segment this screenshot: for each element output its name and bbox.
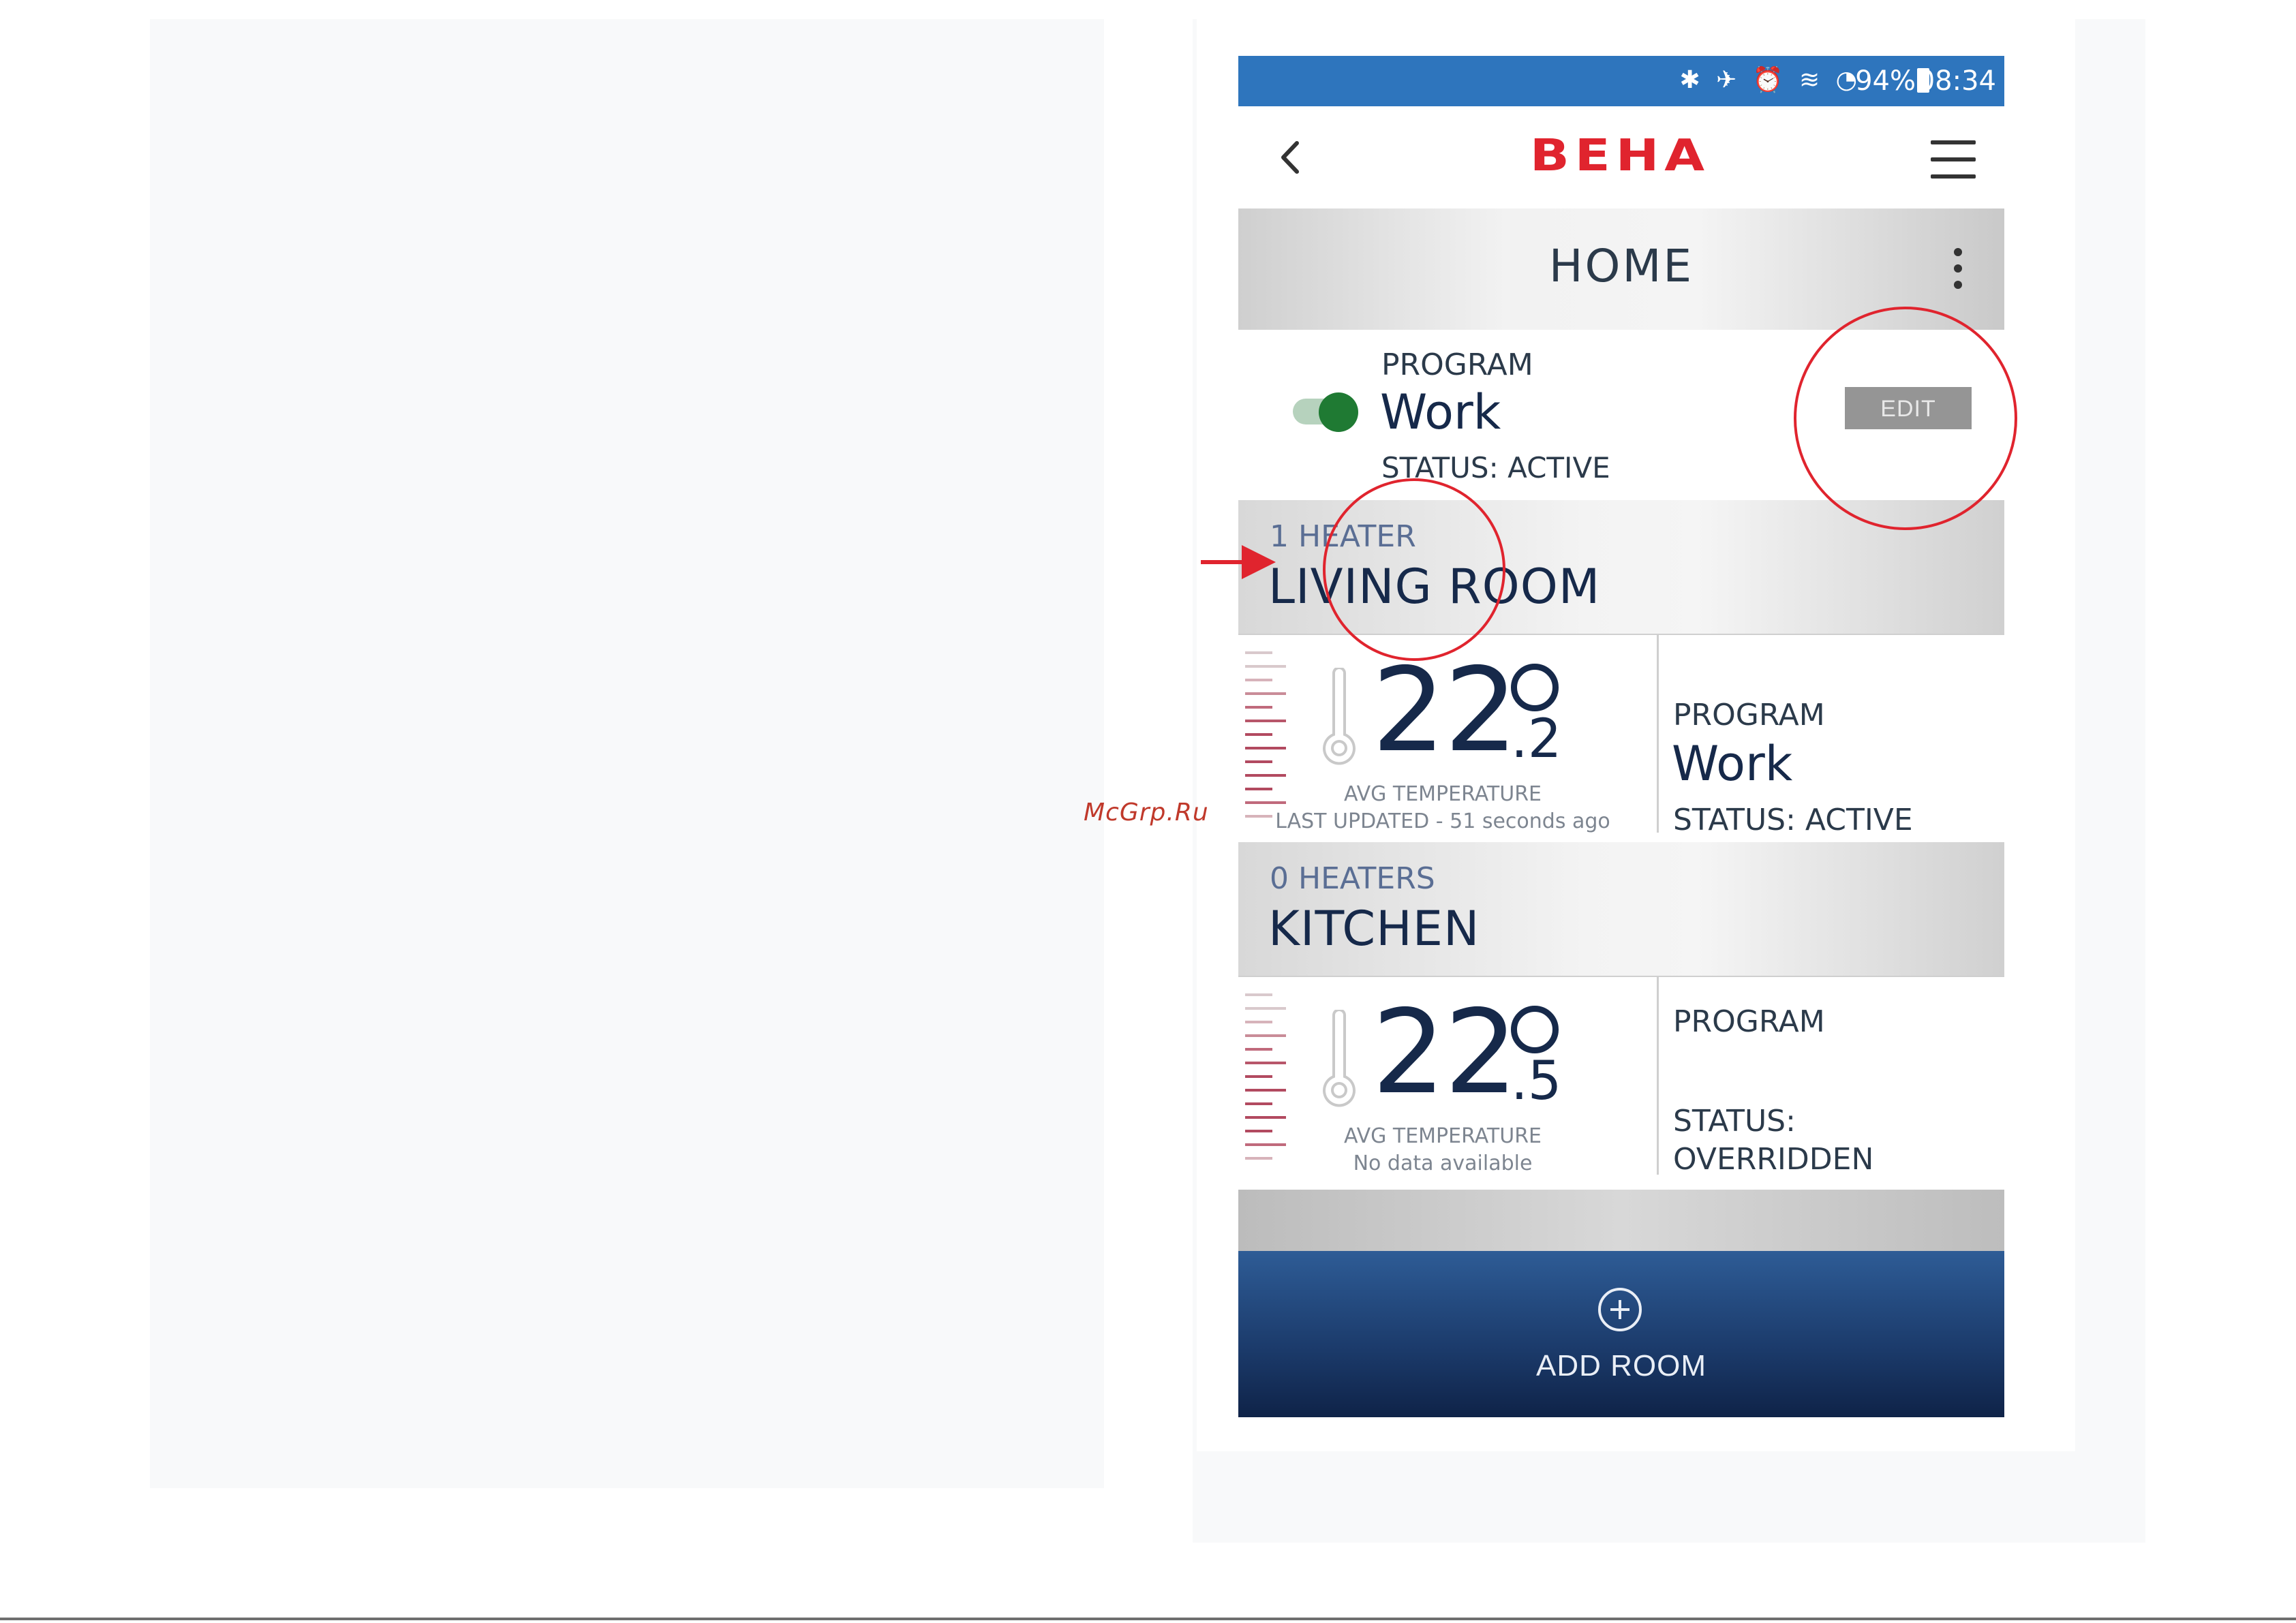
battery-level: 94% [1855,65,1916,97]
program-label: PROGRAM [1381,347,1533,382]
watermark: McGrp.Ru [1084,799,1209,826]
degree-symbol [1511,664,1559,711]
last-updated: LAST UPDATED - 51 seconds ago [1275,809,1610,833]
page-title: HOME [1548,240,1694,292]
room-card-kitchen[interactable]: 22 .5 AVG TEMPERATURE No data available … [1238,976,2004,1186]
more-options-button[interactable] [1954,248,1963,297]
add-room-button[interactable]: ADD ROOM [1238,1251,2004,1417]
beha-logo: BEHA [1529,129,1711,181]
page-bottom-rule [0,1618,2296,1620]
room-program-label: PROGRAM [1673,698,1825,732]
chevron-left-icon [1281,141,1299,174]
plus-circle-icon [1598,1288,1642,1331]
room-program-name: Work [1672,736,1793,792]
thermometer-icon [1323,1010,1356,1107]
toggle-knob[interactable] [1319,392,1358,432]
back-button[interactable] [1272,134,1313,181]
divider [1657,635,1659,833]
temperature-value: 22 [1372,985,1518,1120]
heater-count: 1 HEATER [1270,519,1416,554]
heater-count: 0 HEATERS [1270,861,1435,896]
room-program-status: STATUS: ACTIVE [1673,803,1913,837]
temperature-decimal: .2 [1511,709,1562,770]
status-time: 08:34 [1917,65,1996,97]
room-program-label: PROGRAM [1673,1004,1825,1039]
status-icons: ✱ ✈ ⏰ ≋ ◔ [1679,66,1861,94]
room-header-kitchen[interactable]: 0 HEATERS KITCHEN [1238,842,2004,976]
status-bar: ✱ ✈ ⏰ ≋ ◔ 94% 08:34 [1238,56,2004,106]
room-name: KITCHEN [1268,901,1480,957]
menu-button[interactable] [1931,140,1976,179]
temperature-decimal: .5 [1511,1051,1562,1112]
room-name: LIVING ROOM [1268,559,1601,615]
temperature-value: 22 [1372,643,1518,778]
left-page-panel [150,19,1104,1488]
edit-button[interactable]: EDIT [1845,387,1972,429]
phone-screen: ✱ ✈ ⏰ ≋ ◔ 94% 08:34 BEHA HOME PROGRAM Wo… [1238,56,2004,1417]
app-bar: BEHA [1238,106,2004,208]
add-room-label: ADD ROOM [1536,1349,1706,1382]
avg-temperature-label: AVG TEMPERATURE [1343,782,1542,806]
program-name: Work [1380,384,1501,440]
last-updated: No data available [1353,1151,1533,1175]
degree-symbol [1511,1006,1559,1053]
home-header: HOME [1238,208,2004,330]
avg-temperature-label: AVG TEMPERATURE [1343,1124,1542,1148]
hamburger-icon [1931,140,1976,144]
program-card: PROGRAM Work STATUS: ACTIVE EDIT [1238,330,2004,500]
room-header-living-room[interactable]: 1 HEATER LIVING ROOM [1238,500,2004,634]
thermometer-icon [1323,668,1356,765]
divider [1657,977,1659,1175]
room-card-living-room[interactable]: 22 .2 AVG TEMPERATURE LAST UPDATED - 51 … [1238,634,2004,844]
room-program-status: STATUS: OVERRIDDEN [1673,1104,1874,1177]
list-footer-spacer [1238,1190,2004,1251]
kebab-icon [1954,248,1962,256]
program-status: STATUS: ACTIVE [1381,451,1610,484]
